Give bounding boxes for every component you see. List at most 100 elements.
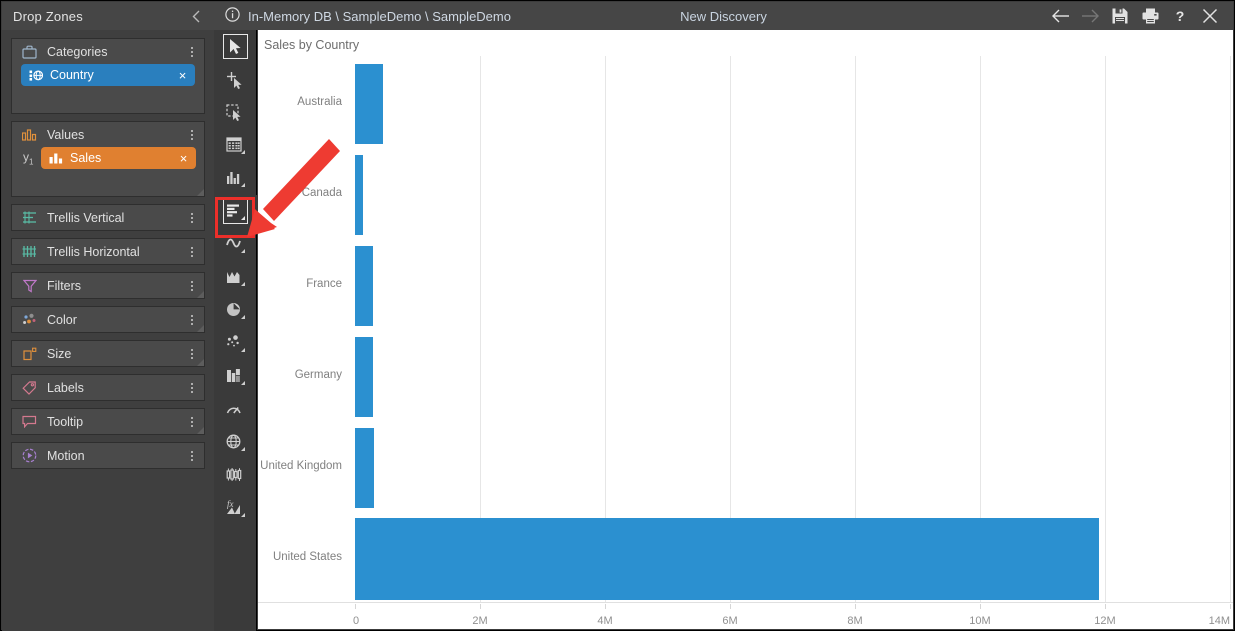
kebab-menu-icon[interactable] xyxy=(186,244,198,260)
drop-zone-header: Size xyxy=(12,341,204,366)
drop-zone-color[interactable]: Color xyxy=(11,306,205,333)
category-label: Australia xyxy=(297,96,342,108)
tool-add-select[interactable] xyxy=(214,63,257,96)
category-label: United States xyxy=(273,551,342,563)
tool-table[interactable] xyxy=(214,129,257,162)
print-icon[interactable] xyxy=(1135,3,1165,29)
kebab-menu-icon[interactable] xyxy=(186,380,198,396)
tag-icon xyxy=(21,380,38,396)
kebab-menu-icon[interactable] xyxy=(186,210,198,226)
trellis-vertical-icon xyxy=(21,210,38,226)
svg-text:fx: fx xyxy=(227,500,234,509)
kebab-menu-icon[interactable] xyxy=(186,127,198,143)
data-table-icon xyxy=(223,133,248,158)
chevron-left-icon[interactable] xyxy=(186,6,206,26)
drop-zone-tooltip[interactable]: Tooltip xyxy=(11,408,205,435)
drop-zone-label: Tooltip xyxy=(47,415,186,429)
forward-arrow-icon xyxy=(1075,3,1105,29)
y-axis-label: y1 xyxy=(20,150,41,166)
play-circle-icon xyxy=(21,448,38,464)
drop-zones-header: Drop Zones xyxy=(2,2,214,30)
bar[interactable] xyxy=(355,518,1099,600)
drop-zone-header: Trellis Horizontal xyxy=(12,239,204,264)
x-axis-tick xyxy=(605,604,606,609)
field-chip-country[interactable]: Country× xyxy=(21,64,195,86)
drop-zone-label: Filters xyxy=(47,279,186,293)
tool-treemap-chart[interactable] xyxy=(214,360,257,393)
x-axis-line xyxy=(258,602,1233,603)
help-question-icon[interactable]: ? xyxy=(1165,3,1195,29)
trellis-horizontal-icon xyxy=(21,244,38,260)
bar[interactable] xyxy=(355,155,363,235)
discovery-window: Drop Zones CategoriesCountry×Valuesy1Sal… xyxy=(0,0,1235,631)
resize-corner[interactable] xyxy=(197,291,204,298)
bar[interactable] xyxy=(355,337,373,417)
x-axis-tick-label: 8M xyxy=(847,615,862,627)
chart-title: Sales by Country xyxy=(264,38,359,52)
info-circle-icon xyxy=(225,7,240,25)
drop-zone-size[interactable]: Size xyxy=(11,340,205,367)
tool-select-arrow[interactable] xyxy=(214,30,257,63)
gridline xyxy=(1105,56,1106,603)
bar[interactable] xyxy=(355,428,374,508)
tool-pie-chart[interactable] xyxy=(214,294,257,327)
horizontal-bar-chart-icon xyxy=(223,199,248,224)
back-arrow-icon[interactable] xyxy=(1045,3,1075,29)
drop-zone-trellis-vertical[interactable]: Trellis Vertical xyxy=(11,204,205,231)
kebab-menu-icon[interactable] xyxy=(186,448,198,464)
resize-corner[interactable] xyxy=(197,189,204,196)
drop-zone-label: Categories xyxy=(47,45,186,59)
remove-field-icon[interactable]: × xyxy=(176,69,189,82)
category-label: France xyxy=(306,278,342,290)
cursor-arrow-icon xyxy=(223,34,248,59)
fx-chart-icon: fx xyxy=(223,496,248,521)
resize-corner[interactable] xyxy=(197,325,204,332)
drop-zone-header: Filters xyxy=(12,273,204,298)
chart-canvas[interactable]: Sales by Country 02M4M6M8M10M12M14MAustr… xyxy=(258,30,1233,629)
tool-box-plot[interactable] xyxy=(214,459,257,492)
drop-zone-filters[interactable]: Filters xyxy=(11,272,205,299)
bar[interactable] xyxy=(355,64,383,144)
plot-region: 02M4M6M8M10M12M14MAustraliaCanadaFranceG… xyxy=(258,56,1233,629)
drop-zone-trellis-horizontal[interactable]: Trellis Horizontal xyxy=(11,238,205,265)
gridline xyxy=(1230,56,1231,603)
x-axis-tick xyxy=(355,604,356,609)
funnel-icon xyxy=(21,278,38,294)
x-axis-tick xyxy=(855,604,856,609)
category-label: Germany xyxy=(295,369,342,381)
drop-zone-labels[interactable]: Labels xyxy=(11,374,205,401)
tool-marquee-select[interactable] xyxy=(214,96,257,129)
tool-gauge-chart[interactable] xyxy=(214,393,257,426)
line-chart-icon xyxy=(223,232,248,257)
scatter-plot-icon xyxy=(223,331,248,356)
x-axis-tick xyxy=(480,604,481,609)
tool-bar-chart[interactable] xyxy=(214,195,257,228)
values-bar-icon xyxy=(21,127,38,143)
column-chart-icon xyxy=(223,166,248,191)
tool-area-chart[interactable] xyxy=(214,261,257,294)
drop-zone-label: Trellis Vertical xyxy=(47,211,186,225)
kebab-menu-icon[interactable] xyxy=(186,44,198,60)
drop-zone-motion[interactable]: Motion xyxy=(11,442,205,469)
drop-zone-categories[interactable]: Categories Country× xyxy=(11,38,205,114)
close-x-icon[interactable] xyxy=(1195,3,1225,29)
tool-column-chart[interactable] xyxy=(214,162,257,195)
tool-function-chart[interactable]: fx xyxy=(214,492,257,525)
breadcrumb[interactable]: In-Memory DB \ SampleDemo \ SampleDemo xyxy=(214,7,511,25)
value-axis-row: y1Sales× xyxy=(12,147,204,176)
drop-zone-values[interactable]: Valuesy1Sales× xyxy=(11,121,205,197)
field-chip-label: Country xyxy=(50,68,176,82)
resize-corner[interactable] xyxy=(197,427,204,434)
resize-corner[interactable] xyxy=(197,359,204,366)
save-floppy-icon[interactable] xyxy=(1105,3,1135,29)
tool-geo-map[interactable] xyxy=(214,426,257,459)
tool-scatter-chart[interactable] xyxy=(214,327,257,360)
field-chip-sales[interactable]: Sales× xyxy=(41,147,196,169)
visualization-toolbar: fx xyxy=(214,30,257,631)
remove-field-icon[interactable]: × xyxy=(177,152,190,165)
drop-zone-header: Labels xyxy=(12,375,204,400)
tool-line-chart[interactable] xyxy=(214,228,257,261)
svg-text:?: ? xyxy=(1176,8,1185,24)
bar[interactable] xyxy=(355,246,373,326)
marquee-select-icon xyxy=(223,100,248,125)
